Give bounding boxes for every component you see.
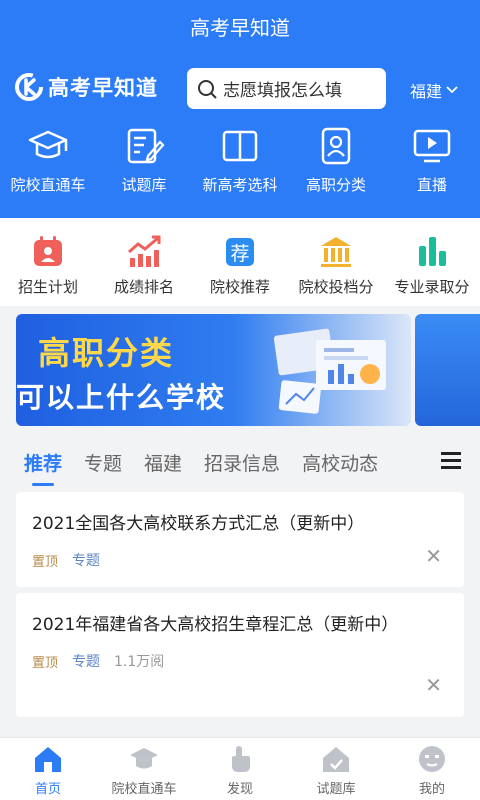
exam-house-icon <box>323 747 349 772</box>
brand: 高考早知道 <box>14 72 158 102</box>
topic-tag: 专题 <box>72 654 101 670</box>
article-card[interactable]: 2021年福建省各大高校招生章程汇总（更新中） 置顶 专题 1.1万阅 ✕ <box>16 593 464 717</box>
sub-nav-major[interactable]: 专业录取分 <box>384 218 480 306</box>
tab-admission-info[interactable]: 招录信息 <box>204 449 280 476</box>
quick-nav-vocational[interactable]: 高职分类 <box>288 124 384 195</box>
quick-nav-live[interactable]: 直播 <box>384 124 480 195</box>
article-meta: 置顶 专题 <box>32 550 448 570</box>
play-screen-icon <box>413 129 451 163</box>
tab-recommend[interactable]: 推荐 <box>24 449 62 486</box>
tab-fujian[interactable]: 福建 <box>144 449 182 476</box>
quick-nav-label: 直播 <box>416 176 447 194</box>
bottom-nav-home[interactable]: 首页 <box>0 738 96 800</box>
banner-subtitle: 可以上什么学校 <box>16 381 227 414</box>
read-count: 1.1万阅 <box>114 654 165 670</box>
sub-nav-plan[interactable]: 招生计划 <box>0 218 96 306</box>
bottom-nav-label: 我的 <box>418 782 445 797</box>
face-icon <box>419 746 445 772</box>
article-meta: 置顶 专题 1.1万阅 <box>32 651 448 671</box>
tab-topics[interactable]: 专题 <box>84 449 122 476</box>
bottom-nav-label: 首页 <box>34 782 61 797</box>
brand-logo-icon <box>15 73 43 101</box>
article-title: 2021全国各大高校联系方式汇总（更新中） <box>32 514 365 534</box>
region-selector[interactable]: 福建 <box>410 78 458 102</box>
sub-nav-recommend[interactable]: 荐 院校推荐 <box>192 218 288 306</box>
search-input[interactable]: 志愿填报怎么填 <box>187 68 386 109</box>
tap-hand-icon <box>232 746 250 772</box>
bottom-nav: 首页 院校直通车 发现 试题库 我的 <box>0 737 480 800</box>
menu-icon[interactable] <box>440 450 462 470</box>
id-card-icon <box>321 127 351 165</box>
search-icon <box>198 79 217 99</box>
quick-nav-label: 新高考选科 <box>202 176 278 194</box>
pinned-tag: 置顶 <box>32 655 59 671</box>
category-tabs: 推荐 专题 福建 招录信息 高校动态 <box>0 440 480 486</box>
quick-nav-exam[interactable]: 试题库 <box>96 124 192 195</box>
secondary-nav: 招生计划 成绩排名 荐 院校推荐 院校投档分 专业录取分 <box>0 218 480 306</box>
trend-chart-icon <box>128 235 161 267</box>
topic-tag: 专题 <box>72 553 101 569</box>
bottom-nav-label: 试题库 <box>316 782 356 797</box>
banner-title: 高职分类 <box>38 334 175 372</box>
app-title: 高考早知道 <box>190 16 290 40</box>
sub-nav-ranking[interactable]: 成绩排名 <box>96 218 192 306</box>
bottom-nav-discover[interactable]: 发现 <box>192 738 288 800</box>
bottom-nav-label: 发现 <box>226 782 253 797</box>
next-banner-preview[interactable] <box>415 314 480 426</box>
bottom-nav-mine[interactable]: 我的 <box>384 738 480 800</box>
bottom-nav-label: 院校直通车 <box>111 782 177 797</box>
quick-nav-label: 试题库 <box>121 176 167 194</box>
sub-nav-label: 院校推荐 <box>209 278 270 296</box>
bar-chart-icon <box>419 237 446 266</box>
quick-nav-label: 高职分类 <box>305 176 366 194</box>
tab-university-news[interactable]: 高校动态 <box>302 449 378 476</box>
brand-name: 高考早知道 <box>48 76 158 100</box>
bottom-nav-exam[interactable]: 试题库 <box>288 738 384 800</box>
quick-nav-label: 院校直通车 <box>10 176 86 194</box>
promo-banner[interactable]: 高职分类 可以上什么学校 <box>16 314 411 426</box>
exam-paper-icon <box>127 128 165 164</box>
sub-nav-label: 专业录取分 <box>394 278 470 296</box>
region-label: 福建 <box>410 82 443 101</box>
quick-nav: 院校直通车 试题库 新高考选科 高职分类 直播 <box>0 124 480 195</box>
banner-illustration-icon <box>273 328 386 414</box>
sub-nav-label: 招生计划 <box>17 278 78 296</box>
pinned-tag: 置顶 <box>32 554 59 570</box>
home-icon <box>35 747 61 772</box>
calendar-icon <box>34 236 62 266</box>
article-card[interactable]: 2021全国各大高校联系方式汇总（更新中） 置顶 专题 ✕ <box>16 492 464 587</box>
graduation-cap-icon <box>28 130 68 159</box>
sub-nav-label: 成绩排名 <box>113 278 174 296</box>
close-icon[interactable]: ✕ <box>425 673 442 697</box>
institution-icon <box>321 237 351 267</box>
search-placeholder: 志愿填报怎么填 <box>223 81 342 101</box>
quick-nav-school[interactable]: 院校直通车 <box>0 124 96 195</box>
chevron-down-icon <box>446 86 458 94</box>
close-icon[interactable]: ✕ <box>425 544 442 568</box>
svg-text:荐: 荐 <box>230 243 249 265</box>
recommend-badge-icon: 荐 <box>226 238 254 266</box>
book-icon <box>222 130 258 162</box>
header-area: 高考早知道 高考早知道 志愿填报怎么填 福建 院校直通车 试题库 新高考选科 高… <box>0 0 480 218</box>
graduation-cap-icon <box>130 748 158 769</box>
bottom-nav-school[interactable]: 院校直通车 <box>96 738 192 800</box>
sub-nav-score[interactable]: 院校投档分 <box>288 218 384 306</box>
article-title: 2021年福建省各大高校招生章程汇总（更新中） <box>32 615 399 635</box>
sub-nav-label: 院校投档分 <box>298 278 374 296</box>
quick-nav-subject[interactable]: 新高考选科 <box>192 124 288 195</box>
